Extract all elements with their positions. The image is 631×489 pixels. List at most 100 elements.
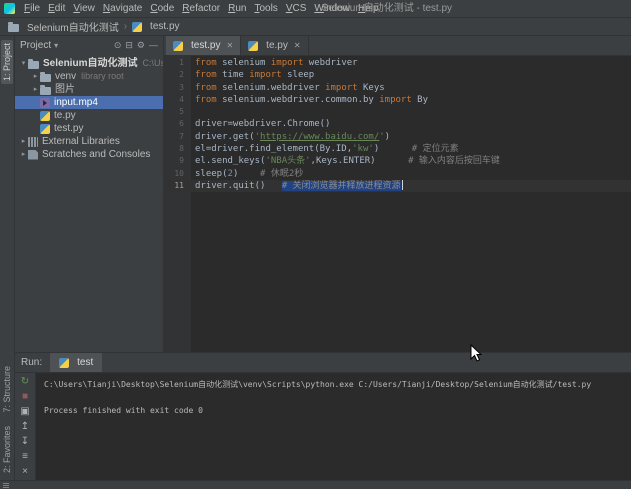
menu-tools[interactable]: Tools	[250, 3, 281, 14]
chevron-right-icon[interactable]: ▸	[31, 83, 40, 96]
tree-item-label: Selenium自动化测试	[43, 58, 138, 69]
menu-refactor[interactable]: Refactor	[178, 3, 224, 14]
menu-view[interactable]: View	[69, 3, 99, 14]
chevron-right-icon[interactable]: ▸	[19, 148, 28, 161]
menu-vcs[interactable]: VCS	[282, 3, 311, 14]
chevron-right-icon[interactable]: ▸	[31, 70, 40, 83]
soft-wrap-icon[interactable]: ≡	[18, 451, 33, 463]
tree-item[interactable]: input.mp4	[15, 96, 163, 109]
run-tab-test[interactable]: test	[50, 353, 103, 372]
tree-item[interactable]: ▸ Scratches and Consoles	[15, 148, 163, 161]
run-header: Run: test	[15, 353, 631, 373]
tool-window-stripe: 1: Project 7: Structure 2: Favorites	[0, 36, 15, 480]
hide-panel-icon[interactable]: —	[149, 40, 158, 51]
tree-item[interactable]: ▸ External Libraries	[15, 135, 163, 148]
tree-item[interactable]: ▸ 图片	[15, 83, 163, 96]
code-line-text: sleep(2) # 休眠2秒	[195, 168, 304, 179]
tree-item[interactable]: ▾ Selenium自动化测试 C:\Users\Tianji	[15, 57, 163, 70]
code-line: 10 sleep(2) # 休眠2秒	[164, 168, 631, 180]
code-line-text: from selenium.webdriver.common.by import…	[195, 94, 429, 105]
editor-tab-test.py[interactable]: test.py ✕	[166, 36, 242, 55]
code-line-text: el.send_keys('NBA头条',Keys.ENTER) # 输入内容后…	[195, 156, 500, 167]
code-line-text: from time import sleep	[195, 70, 315, 81]
python-icon	[59, 357, 70, 368]
clear-console-icon[interactable]: ×	[18, 466, 33, 478]
project-header: Project ▾ ⊙ ⊟ ⚙ —	[15, 36, 163, 55]
project-view-selector[interactable]: Project	[20, 40, 51, 51]
text-caret	[401, 180, 403, 191]
project-toolbar: ⊙ ⊟ ⚙ —	[114, 40, 158, 51]
locate-icon[interactable]: ⊙	[114, 40, 122, 51]
folder-icon	[8, 21, 19, 32]
code-area[interactable]: 1 from selenium import webdriver 2 from tim…	[164, 56, 631, 352]
collapse-all-icon[interactable]: ⊟	[125, 40, 133, 51]
run-toolbar: ↻ ■ ▣ ↥ ↧ ≡ ×	[15, 373, 36, 480]
stripe-structure-button[interactable]: 7: Structure	[1, 363, 13, 416]
menu-file[interactable]: File	[20, 3, 44, 14]
tree-item-label: External Libraries	[42, 136, 120, 147]
menu-code[interactable]: Code	[146, 3, 178, 14]
breadcrumb-item[interactable]: Selenium自动化测试	[8, 19, 119, 34]
menu-run[interactable]: Run	[224, 3, 250, 14]
code-line-text: driver.quit() # 关闭浏览器并释放进程资源	[195, 180, 403, 191]
line-number: 10	[174, 168, 184, 178]
python-icon	[40, 110, 50, 121]
code-line: 6 driver=webdriver.Chrome()	[164, 118, 631, 130]
run-panel-title: Run:	[21, 357, 43, 368]
editor-tab-label: test.py	[191, 40, 221, 51]
up-stack-trace-icon[interactable]: ↥	[18, 421, 33, 433]
tree-item[interactable]: ▸ venv library root	[15, 70, 163, 83]
line-number: 6	[179, 119, 184, 129]
console-output[interactable]: C:\Users\Tianji\Desktop\Selenium自动化测试\ve…	[36, 373, 631, 480]
line-number: 5	[179, 107, 184, 117]
code-line-text: el=driver.find_element(By.ID,'kw') # 定位元…	[195, 144, 459, 155]
menu-bar: File Edit View Navigate Code Refactor Run Tools…	[0, 0, 631, 18]
tree-item-hint: library root	[81, 71, 124, 81]
run-tab-label: test	[77, 357, 94, 368]
code-line-text: from selenium import webdriver	[195, 58, 358, 68]
python-icon	[132, 21, 143, 32]
stripe-project-button[interactable]: 1: Project	[1, 40, 13, 85]
tree-item[interactable]: test.py	[15, 122, 163, 135]
down-stack-trace-icon[interactable]: ↧	[18, 436, 33, 448]
workspace: Project ▾ ⊙⊟ ⚙ — ▾ Selenium自动化测试 C:\Users\Ti…	[15, 36, 631, 352]
tree-item-label: test.py	[54, 123, 84, 134]
media-icon	[40, 97, 50, 108]
code-line: 4 from selenium.webdriver.common.by impor…	[164, 94, 631, 106]
code-line: 1 from selenium import webdriver	[164, 57, 631, 69]
line-number: 9	[179, 156, 184, 166]
project-tool-window: Project ▾ ⊙⊟ ⚙ — ▾ Selenium自动化测试 C:\Users\Ti…	[15, 36, 164, 352]
toolwindow-switcher-icon[interactable]	[3, 482, 9, 488]
navigation-bar: Selenium自动化测试 › test.py	[0, 18, 631, 36]
rerun-icon[interactable]: ↻	[18, 376, 33, 388]
stop-icon[interactable]: ■	[18, 391, 33, 403]
code-line: 9 el.send_keys('NBA头条',Keys.ENTER) # 输入内容…	[164, 155, 631, 167]
close-tab-icon[interactable]: ✕	[226, 41, 233, 50]
code-line-text: driver.get('https://www.baidu.com/')	[195, 131, 391, 142]
editor-tabs: test.py ✕ te.py ✕	[164, 36, 631, 56]
settings-gear-icon[interactable]: ⚙	[137, 40, 145, 51]
chevron-right-icon[interactable]: ▸	[19, 135, 28, 148]
tree-item-label: input.mp4	[54, 97, 98, 108]
code-line: 7 driver.get('https://www.baidu.com/')	[164, 131, 631, 143]
code-line: 5	[164, 106, 631, 118]
console-line: C:\Users\Tianji\Desktop\Selenium自动化测试\ve…	[44, 380, 592, 389]
tree-item-hint: C:\Users\Tianji	[142, 58, 163, 68]
stripe-favorites-button[interactable]: 2: Favorites	[1, 423, 13, 476]
main-area: 1: Project 7: Structure 2: Favorites Pro…	[0, 36, 631, 480]
tree-item[interactable]: te.py	[15, 109, 163, 122]
python-icon	[40, 123, 50, 134]
menu-edit[interactable]: Edit	[44, 3, 69, 14]
editor-tab-label: te.py	[266, 40, 288, 51]
line-number: 4	[179, 94, 184, 104]
breadcrumb-item[interactable]: test.py	[132, 21, 180, 32]
editor-tab-te.py[interactable]: te.py ✕	[241, 36, 309, 55]
menu-navigate[interactable]: Navigate	[99, 3, 146, 14]
code-line: 3 from selenium.webdriver import Keys	[164, 82, 631, 94]
restore-layout-icon[interactable]: ▣	[18, 406, 33, 418]
code-line: 11 driver.quit() # 关闭浏览器并释放进程资源	[164, 179, 631, 193]
chevron-down-icon[interactable]: ▾	[19, 57, 28, 70]
close-tab-icon[interactable]: ✕	[294, 41, 301, 50]
